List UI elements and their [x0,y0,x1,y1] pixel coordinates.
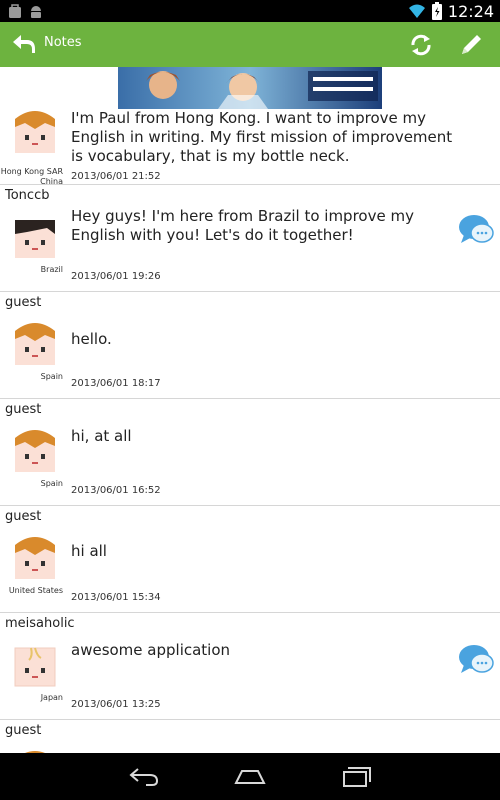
country-label: Spain [40,372,63,381]
tofu-avatar-icon [14,647,56,687]
bread-avatar-icon [15,323,55,365]
list-item[interactable]: guest [0,720,500,753]
notes-content: Hong Kong SAR China I'm Paul from Hong K… [0,67,500,753]
note-timestamp: 2013/06/01 15:34 [71,592,161,603]
back-arrow-icon[interactable] [10,30,38,58]
note-timestamp: 2013/06/01 13:25 [71,699,161,710]
username: meisaholic [5,616,75,631]
country-label: Brazil [40,265,63,274]
page-title: Notes [44,35,82,50]
note-timestamp: 2013/06/01 21:52 [71,171,161,182]
note-message: hi, at all [71,427,132,445]
toast-hair-avatar-icon [15,220,55,258]
bread-avatar-icon [15,111,55,153]
navigation-bar [0,753,500,800]
country-label: Hong Kong SAR [0,167,63,176]
list-item[interactable]: guest United States hi all 2013/06/01 15… [0,506,500,613]
pencil-edit-icon[interactable] [456,30,486,60]
notification-bag-icon [9,4,21,18]
country-label: Spain [40,479,63,488]
bread-avatar-icon [15,430,55,472]
clock: 12:24 [447,1,494,21]
nav-recent-apps-icon[interactable] [340,763,372,789]
wifi-icon [408,4,425,18]
username: guest [5,402,42,417]
list-item[interactable]: Hong Kong SAR China I'm Paul from Hong K… [0,109,500,186]
note-timestamp: 2013/06/01 16:52 [71,485,161,496]
chat-bubble-icon[interactable] [458,213,494,245]
list-item[interactable]: meisaholic Japan awesome application 201… [0,613,500,720]
note-timestamp: 2013/06/01 18:17 [71,378,161,389]
ad-banner[interactable] [118,67,382,109]
status-bar: 12:24 [0,0,500,22]
note-message: I'm Paul from Hong Kong. I want to impro… [71,109,453,165]
username: guest [5,509,42,524]
note-message: Hey guys! I'm here from Brazil to improv… [71,207,414,244]
note-message: hello. [71,330,112,348]
list-item[interactable]: guest Spain hello. 2013/06/01 18:17 [0,292,500,399]
username: guest [5,295,42,310]
username: Tonccb [5,188,50,203]
refresh-icon[interactable] [406,30,436,60]
chat-bubble-icon[interactable] [458,643,494,675]
notes-list: Hong Kong SAR China I'm Paul from Hong K… [0,109,500,753]
bread-avatar-icon [25,751,45,753]
nav-home-icon[interactable] [234,763,266,789]
list-item[interactable]: guest Spain hi, at all 2013/06/01 16:52 [0,399,500,506]
note-message: hi all [71,542,107,560]
country-label: Japan [40,693,63,702]
battery-icon [431,2,442,20]
android-robot-icon [31,6,41,18]
list-item[interactable]: Tonccb Brazil Hey guys! I'm here from Br… [0,185,500,292]
note-message: awesome application [71,641,231,659]
bread-avatar-icon [15,537,55,579]
nav-back-icon[interactable] [128,763,160,789]
action-bar: Notes [0,22,500,67]
username: guest [5,723,42,738]
country-label: United States [8,586,63,595]
note-timestamp: 2013/06/01 19:26 [71,271,161,282]
